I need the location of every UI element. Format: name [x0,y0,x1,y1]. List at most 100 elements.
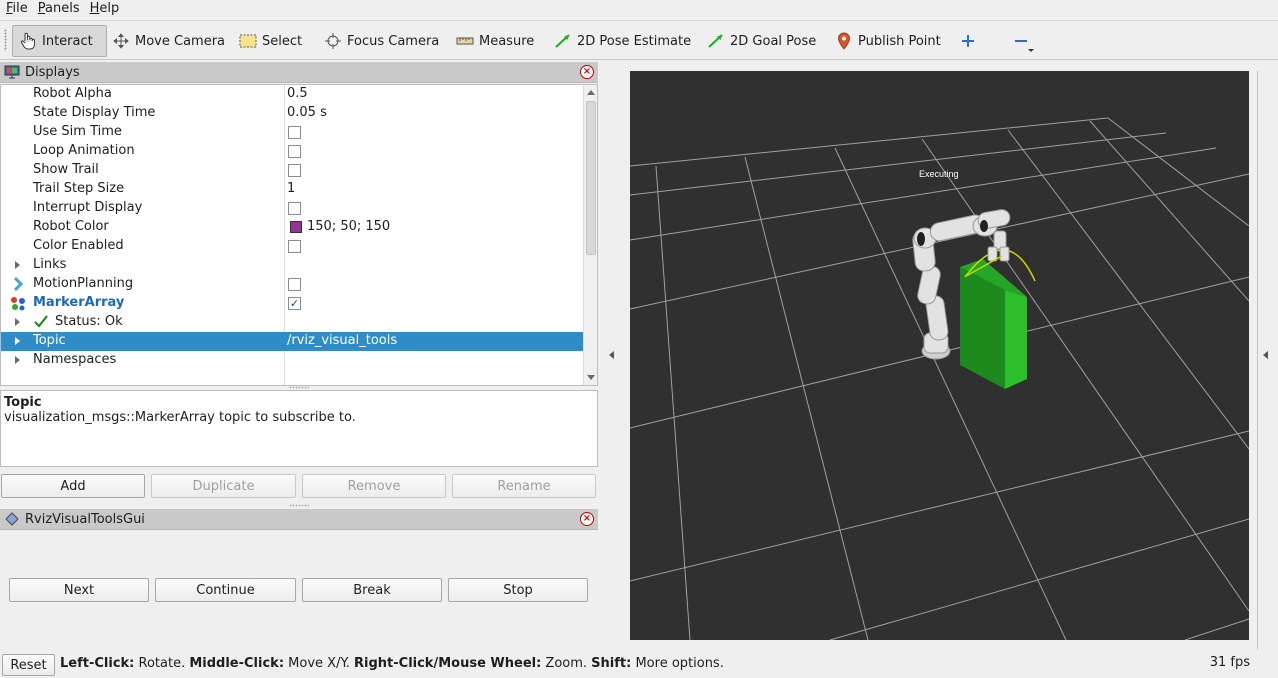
interact-tool-button[interactable]: Interact [12,25,107,57]
property-name: Color Enabled [33,238,124,253]
scroll-up-icon[interactable] [587,90,595,95]
goal-pose-label: 2D Goal Pose [730,33,817,49]
property-name: Namespaces [33,352,117,367]
display-row-motionplanning[interactable]: MotionPlanning [1,275,583,294]
plus-icon [959,32,977,50]
remove-dropdown-arrow-icon[interactable] [1028,49,1034,52]
property-value: /rviz_visual_tools [287,333,398,348]
break-button[interactable]: Break [302,578,442,602]
goal-pose-tool-button[interactable]: 2D Goal Pose [701,25,822,57]
scene-graphic: Executing [630,117,1249,640]
tree-row-links[interactable]: Links [1,256,583,275]
expand-arrow-icon[interactable] [15,261,20,269]
tree-row-namespaces[interactable]: Namespaces [1,351,583,370]
property-row-topic[interactable]: Topic /rviz_visual_tools [1,332,583,351]
display-name: MotionPlanning [33,276,134,291]
overlay-text: Executing [919,169,959,179]
motion-planning-checkbox[interactable] [288,278,301,291]
property-name: Interrupt Display [33,200,143,215]
hand-pointer-icon [19,32,37,50]
property-value: 150; 50; 150 [307,219,391,234]
property-name: Use Sim Time [33,124,122,139]
property-row[interactable]: Show Trail [1,161,583,180]
rviz-gui-panel-header: RvizVisualToolsGui × [0,509,598,530]
remove-tool-button[interactable] [1006,25,1036,57]
pose-estimate-label: 2D Pose Estimate [577,33,692,49]
right-dock-strip[interactable] [1257,71,1272,650]
rename-display-button[interactable]: Rename [452,474,596,498]
menu-panels[interactable]: Panels [34,0,84,18]
expand-arrow-icon[interactable] [15,356,20,364]
tree-row-status[interactable]: Status: Ok [1,313,583,332]
green-arrow-icon [707,32,725,50]
interrupt-display-checkbox[interactable] [288,202,301,215]
displays-tree[interactable]: Robot Alpha 0.5 State Display Time 0.05 … [0,84,598,386]
close-icon[interactable]: × [580,65,594,79]
hint-key: Left-Click: [60,656,135,671]
stop-button[interactable]: Stop [448,578,588,602]
menu-file[interactable]: File [2,0,32,18]
add-tool-button[interactable] [953,25,983,57]
green-arrow-icon [554,32,572,50]
pose-estimate-tool-button[interactable]: 2D Pose Estimate [548,25,697,57]
displays-scrollbar[interactable] [583,85,597,385]
publish-point-tool-button[interactable]: Publish Point [829,25,947,57]
description-title: Topic [4,395,42,410]
loop-animation-checkbox[interactable] [288,145,301,158]
select-label: Select [262,33,303,49]
hint-action: Zoom. [541,656,592,671]
expand-arrow-icon[interactable] [15,318,20,326]
close-icon[interactable]: × [580,512,594,526]
color-swatch[interactable] [290,221,302,233]
interact-label: Interact [42,33,93,49]
next-button[interactable]: Next [9,578,149,602]
property-name: Links [33,257,67,272]
motion-planning-icon [12,276,26,296]
duplicate-display-button[interactable]: Duplicate [151,474,296,498]
property-row[interactable]: Trail Step Size 1 [1,180,583,199]
toolbar-grip[interactable] [4,29,7,51]
description-text: visualization_msgs::MarkerArray topic to… [4,410,356,425]
property-name: Show Trail [33,162,99,177]
add-display-button[interactable]: Add [1,474,145,498]
measure-tool-button[interactable]: Measure [450,25,540,57]
checkmark-icon [33,314,49,334]
minus-icon [1012,32,1030,50]
property-name: Robot Alpha [33,86,112,101]
menu-help[interactable]: Help [86,0,124,18]
map-pin-icon [835,32,853,50]
collapse-left-panel-icon[interactable] [609,351,614,359]
property-row[interactable]: Robot Alpha 0.5 [1,85,583,104]
use-sim-time-checkbox[interactable] [288,126,301,139]
measure-label: Measure [479,33,535,49]
property-row[interactable]: Interrupt Display [1,199,583,218]
property-row[interactable]: Loop Animation [1,142,583,161]
move-camera-tool-button[interactable]: Move Camera [106,25,231,57]
ruler-icon [456,32,474,50]
display-row-markerarray[interactable]: MarkerArray ✓ [1,294,583,313]
splitter-handle[interactable] [289,386,309,389]
scroll-down-icon[interactable] [587,375,595,380]
hint-action: More options. [631,656,724,671]
move-camera-label: Move Camera [135,33,226,49]
selection-rectangle-icon [239,32,257,50]
select-tool-button[interactable]: Select [233,25,308,57]
reset-button[interactable]: Reset [2,654,55,676]
marker-array-checkbox[interactable]: ✓ [288,297,301,310]
property-row[interactable]: Robot Color 150; 50; 150 [1,218,583,237]
focus-camera-tool-button[interactable]: Focus Camera [318,25,445,57]
remove-display-button[interactable]: Remove [302,474,446,498]
show-trail-checkbox[interactable] [288,164,301,177]
property-value: 1 [287,181,296,196]
hint-key: Shift: [591,656,632,671]
monitor-icon [3,63,21,81]
property-row[interactable]: Use Sim Time [1,123,583,142]
continue-button[interactable]: Continue [155,578,296,602]
property-row[interactable]: State Display Time 0.05 s [1,104,583,123]
property-row[interactable]: Color Enabled [1,237,583,256]
color-enabled-checkbox[interactable] [288,240,301,253]
splitter-handle[interactable] [289,504,309,507]
scrollbar-thumb[interactable] [586,101,596,255]
render-viewport[interactable]: Executing [630,71,1249,640]
expand-arrow-icon[interactable] [15,337,20,345]
